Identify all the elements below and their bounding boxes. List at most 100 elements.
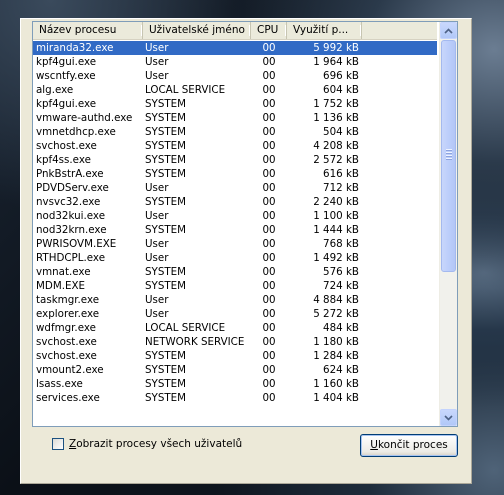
process-memory: 2 572 kB <box>313 154 359 166</box>
process-row[interactable]: nvsvc32.exe SYSTEM 00 2 240 kB <box>33 195 437 209</box>
process-memory: 768 kB <box>323 238 359 250</box>
process-row[interactable]: miranda32.exe User 00 5 992 kB <box>33 41 437 55</box>
process-name: vmnetdhcp.exe <box>36 126 116 138</box>
process-memory: 4 884 kB <box>313 294 359 306</box>
process-memory: 576 kB <box>323 266 359 278</box>
process-row[interactable]: kpf4ss.exe SYSTEM 00 2 572 kB <box>33 153 437 167</box>
process-row[interactable]: nod32krn.exe SYSTEM 00 1 444 kB <box>33 223 437 237</box>
thumb-grip-line <box>446 158 452 160</box>
process-user: User <box>145 294 169 306</box>
process-user: SYSTEM <box>145 378 187 390</box>
process-row[interactable]: wdfmgr.exe LOCAL SERVICE 00 484 kB <box>33 321 437 335</box>
process-user: User <box>145 252 169 264</box>
process-user: SYSTEM <box>145 140 187 152</box>
process-memory: 712 kB <box>323 182 359 194</box>
process-cpu: 00 <box>262 210 276 222</box>
process-row[interactable]: lsass.exe SYSTEM 00 1 160 kB <box>33 377 437 391</box>
process-name: PDVDServ.exe <box>36 182 109 194</box>
process-row[interactable]: wscntfy.exe User 00 696 kB <box>33 69 437 83</box>
process-row[interactable]: alg.exe LOCAL SERVICE 00 604 kB <box>33 83 437 97</box>
process-user: SYSTEM <box>145 350 187 362</box>
process-row[interactable]: explorer.exe User 00 5 272 kB <box>33 307 437 321</box>
process-row[interactable]: svchost.exe NETWORK SERVICE 00 1 180 kB <box>33 335 437 349</box>
process-user: User <box>145 182 169 194</box>
process-memory: 604 kB <box>323 84 359 96</box>
process-memory: 1 100 kB <box>313 210 359 222</box>
process-cpu: 00 <box>262 140 276 152</box>
process-cpu: 00 <box>262 280 276 292</box>
process-user: User <box>145 210 169 222</box>
process-user: SYSTEM <box>145 266 187 278</box>
process-user: SYSTEM <box>145 112 187 124</box>
process-user: SYSTEM <box>145 126 187 138</box>
process-name: vmware-authd.exe <box>36 112 133 124</box>
process-name: nvsvc32.exe <box>36 196 101 208</box>
vertical-scrollbar[interactable] <box>439 22 457 426</box>
process-row[interactable]: kpf4gui.exe User 00 1 964 kB <box>33 55 437 69</box>
process-user: SYSTEM <box>145 98 187 110</box>
process-memory: 616 kB <box>323 168 359 180</box>
process-cpu: 00 <box>262 126 276 138</box>
process-name: svchost.exe <box>36 336 97 348</box>
process-row[interactable]: PnkBstrA.exe SYSTEM 00 616 kB <box>33 167 437 181</box>
process-name: PWRISOVM.EXE <box>36 238 117 250</box>
process-cpu: 00 <box>262 336 276 348</box>
process-row[interactable]: PWRISOVM.EXE User 00 768 kB <box>33 237 437 251</box>
scroll-up-button[interactable] <box>440 22 457 39</box>
process-user: SYSTEM <box>145 168 187 180</box>
process-cpu: 00 <box>262 84 276 96</box>
column-header-memory[interactable]: Využití p... <box>287 22 362 39</box>
process-name: vmnat.exe <box>36 266 91 278</box>
scroll-down-button[interactable] <box>440 409 457 426</box>
process-row[interactable]: svchost.exe SYSTEM 00 1 284 kB <box>33 349 437 363</box>
process-user: User <box>145 42 169 54</box>
thumb-grip-line <box>446 152 452 154</box>
list-header: Název procesu Uživatelské jméno CPU Využ… <box>33 22 437 40</box>
process-memory: 1 444 kB <box>313 224 359 236</box>
process-cpu: 00 <box>262 350 276 362</box>
column-header-user[interactable]: Uživatelské jméno <box>143 22 251 39</box>
process-name: nod32krn.exe <box>36 224 107 236</box>
process-row[interactable]: PDVDServ.exe User 00 712 kB <box>33 181 437 195</box>
process-name: wscntfy.exe <box>36 70 96 82</box>
process-cpu: 00 <box>262 322 276 334</box>
process-row[interactable]: vmnat.exe SYSTEM 00 576 kB <box>33 265 437 279</box>
process-row[interactable]: vmnetdhcp.exe SYSTEM 00 504 kB <box>33 125 437 139</box>
process-row[interactable]: taskmgr.exe User 00 4 884 kB <box>33 293 437 307</box>
show-all-users-checkbox[interactable] <box>52 438 64 450</box>
process-cpu: 00 <box>262 266 276 278</box>
process-cpu: 00 <box>262 364 276 376</box>
process-row[interactable]: svchost.exe SYSTEM 00 4 208 kB <box>33 139 437 153</box>
process-row[interactable]: kpf4gui.exe SYSTEM 00 1 752 kB <box>33 97 437 111</box>
scrollbar-thumb[interactable] <box>441 40 456 272</box>
process-row[interactable]: RTHDCPL.exe User 00 1 492 kB <box>33 251 437 265</box>
process-user: User <box>145 70 169 82</box>
process-user: NETWORK SERVICE <box>145 336 245 348</box>
process-cpu: 00 <box>262 154 276 166</box>
process-cpu: 00 <box>262 98 276 110</box>
process-memory: 724 kB <box>323 280 359 292</box>
process-row[interactable]: nod32kui.exe User 00 1 100 kB <box>33 209 437 223</box>
process-row[interactable]: MDM.EXE SYSTEM 00 724 kB <box>33 279 437 293</box>
process-name: svchost.exe <box>36 140 97 152</box>
process-user: SYSTEM <box>145 280 187 292</box>
process-list[interactable]: Název procesu Uživatelské jméno CPU Využ… <box>32 21 458 427</box>
process-cpu: 00 <box>262 224 276 236</box>
process-user: SYSTEM <box>145 392 187 404</box>
thumb-grip-line <box>446 155 452 157</box>
column-header-name[interactable]: Název procesu <box>33 22 143 39</box>
show-all-users-option[interactable]: Zobrazit procesy všech uživatelů <box>52 436 242 452</box>
process-row[interactable]: services.exe SYSTEM 00 1 404 kB <box>33 391 437 405</box>
process-name: vmount2.exe <box>36 364 104 376</box>
process-name: services.exe <box>36 392 100 404</box>
column-header-cpu[interactable]: CPU <box>251 22 287 39</box>
show-all-users-label[interactable]: Zobrazit procesy všech uživatelů <box>69 438 242 450</box>
process-user: LOCAL SERVICE <box>145 84 226 96</box>
process-memory: 624 kB <box>323 364 359 376</box>
end-process-button[interactable]: Ukončit proces <box>360 434 458 457</box>
process-cpu: 00 <box>262 182 276 194</box>
process-name: svchost.exe <box>36 350 97 362</box>
process-cpu: 00 <box>262 112 276 124</box>
process-row[interactable]: vmount2.exe SYSTEM 00 624 kB <box>33 363 437 377</box>
process-row[interactable]: vmware-authd.exe SYSTEM 00 1 136 kB <box>33 111 437 125</box>
